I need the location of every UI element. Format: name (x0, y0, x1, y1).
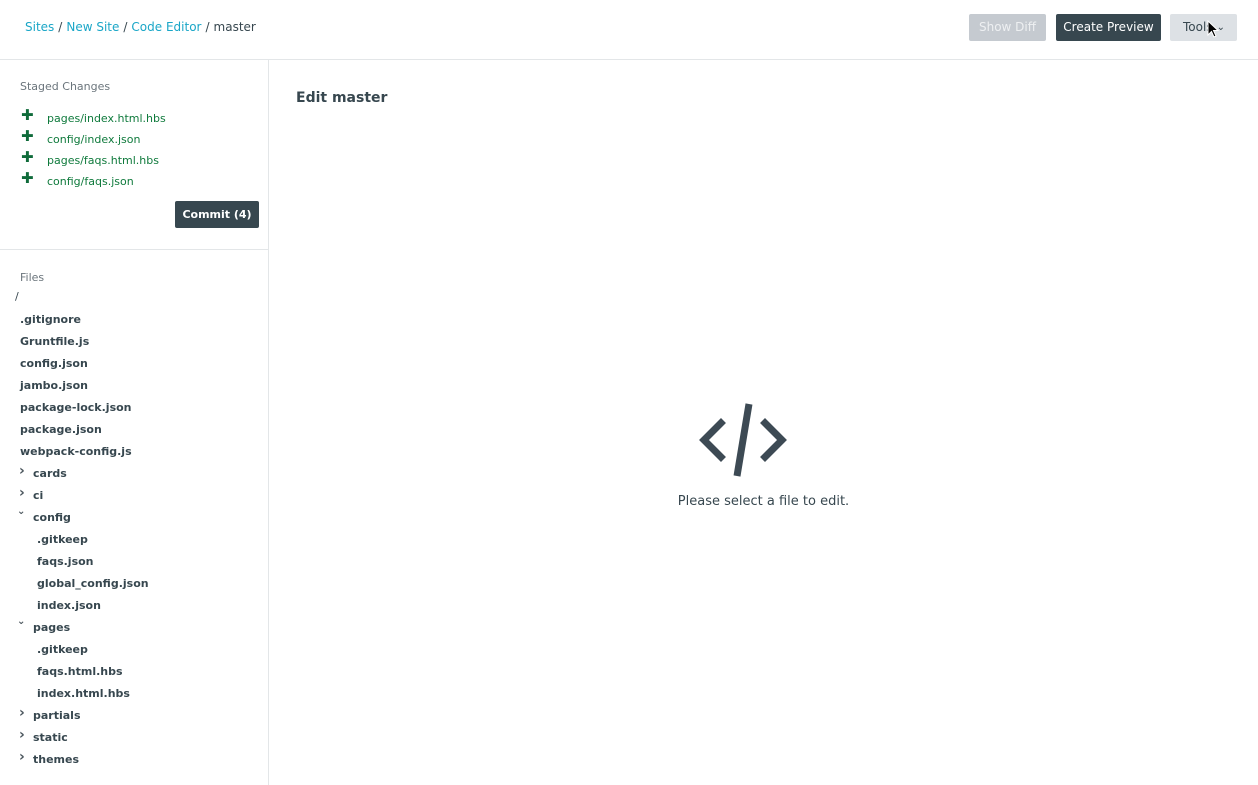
file-name: jambo.json (20, 379, 88, 392)
file-item[interactable]: global_config.json (0, 572, 268, 594)
plus-icon: ✚ (21, 106, 34, 124)
folder-item[interactable]: › partials (0, 704, 268, 726)
breadcrumb-new-site[interactable]: New Site (66, 20, 119, 34)
sidebar-divider (0, 249, 268, 250)
folder-item[interactable]: ⌄ pages (0, 616, 268, 638)
plus-icon: ✚ (21, 169, 34, 187)
chevron-right-icon[interactable]: › (19, 705, 25, 721)
chevron-right-icon[interactable]: › (19, 749, 25, 765)
file-item[interactable]: webpack-config.js (0, 440, 268, 462)
file-name: config.json (20, 357, 88, 370)
file-name: cards (33, 467, 67, 480)
file-name: .gitkeep (37, 643, 88, 656)
folder-item[interactable]: ⌄ config (0, 506, 268, 528)
breadcrumb-sites[interactable]: Sites (25, 20, 54, 34)
breadcrumb-code-editor[interactable]: Code Editor (131, 20, 201, 34)
file-name: .gitignore (20, 313, 81, 326)
folder-item[interactable]: › themes (0, 748, 268, 770)
file-item[interactable]: config.json (0, 352, 268, 374)
editor-empty-state: Please select a file to edit. (269, 0, 1258, 785)
file-item[interactable]: index.json (0, 594, 268, 616)
breadcrumb-separator: / (123, 20, 128, 34)
chevron-right-icon[interactable]: › (19, 463, 25, 479)
staged-changes-title: Staged Changes (20, 80, 111, 93)
file-name: config (33, 511, 71, 524)
staged-item-name: config/faqs.json (47, 175, 134, 188)
file-item[interactable]: index.html.hbs (0, 682, 268, 704)
commit-button[interactable]: Commit (4) (175, 201, 259, 228)
files-title: Files (20, 271, 45, 284)
file-item[interactable]: jambo.json (0, 374, 268, 396)
folder-item[interactable]: › cards (0, 462, 268, 484)
empty-message: Please select a file to edit. (677, 494, 850, 509)
file-name: .gitkeep (37, 533, 88, 546)
folder-item[interactable]: › static (0, 726, 268, 748)
file-name: faqs.json (37, 555, 94, 568)
plus-icon: ✚ (21, 127, 34, 145)
file-name: index.html.hbs (37, 687, 130, 700)
file-name: index.json (37, 599, 101, 612)
file-name: global_config.json (37, 577, 149, 590)
file-item[interactable]: package.json (0, 418, 268, 440)
staged-item-name: config/index.json (47, 133, 141, 146)
file-item[interactable]: .gitkeep (0, 638, 268, 660)
file-item[interactable]: Gruntfile.js (0, 330, 268, 352)
file-name: package.json (20, 423, 102, 436)
folder-item[interactable]: › ci (0, 484, 268, 506)
file-name: ci (33, 489, 44, 502)
file-item[interactable]: .gitignore (0, 308, 268, 330)
staged-item-name: pages/index.html.hbs (47, 112, 166, 125)
file-name: themes (33, 753, 80, 766)
file-name: static (33, 731, 68, 744)
file-name: pages (33, 621, 71, 634)
breadcrumb-separator: / (205, 20, 210, 34)
breadcrumb: Sites / New Site / Code Editor / master (25, 20, 256, 34)
file-name: partials (33, 709, 81, 722)
breadcrumb-separator: / (58, 20, 63, 34)
chevron-down-icon[interactable]: ⌄ (17, 616, 25, 627)
plus-icon: ✚ (21, 148, 34, 166)
chevron-right-icon[interactable]: › (19, 485, 25, 501)
file-item[interactable]: faqs.html.hbs (0, 660, 268, 682)
file-name: webpack-config.js (20, 445, 132, 458)
file-tree: .gitignore Gruntfile.js config.json jambo.j… (0, 308, 268, 770)
file-name: Gruntfile.js (20, 335, 90, 348)
chevron-down-icon[interactable]: ⌄ (17, 506, 25, 517)
staged-item-name: pages/faqs.html.hbs (47, 154, 159, 167)
file-item[interactable]: package-lock.json (0, 396, 268, 418)
breadcrumb-current: master (213, 20, 256, 34)
files-root[interactable]: / (15, 290, 19, 303)
mouse-cursor-icon (1207, 20, 1219, 38)
file-item[interactable]: .gitkeep (0, 528, 268, 550)
chevron-right-icon[interactable]: › (19, 727, 25, 743)
file-name: faqs.html.hbs (37, 665, 123, 678)
file-item[interactable]: faqs.json (0, 550, 268, 572)
file-name: package-lock.json (20, 401, 132, 414)
